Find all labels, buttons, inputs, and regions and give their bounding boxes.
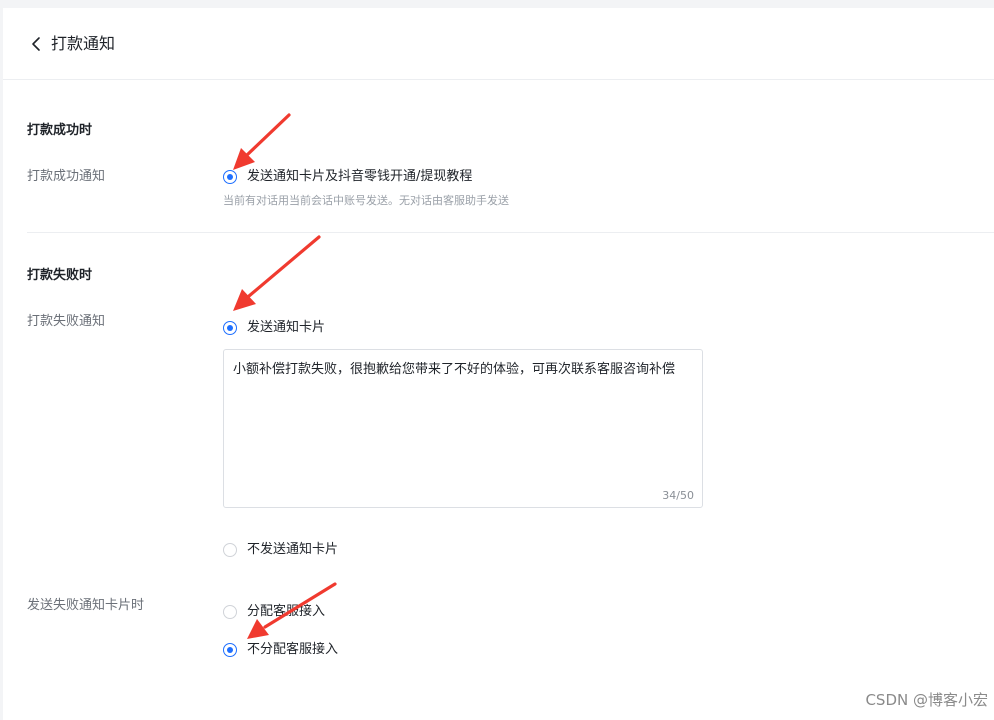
failure-send-card-label: 发送通知卡片 (247, 320, 326, 335)
radio-checked[interactable] (223, 643, 237, 657)
watermark-text: CSDN @博客小宏 (865, 691, 988, 709)
page-header: 打款通知 (3, 8, 994, 80)
failure-section-title: 打款失败时 (27, 268, 93, 283)
char-count: 34/50 (662, 489, 694, 502)
radio-checked[interactable] (223, 321, 237, 335)
annotation-arrow-icon (233, 235, 321, 311)
success-section-title: 打款成功时 (27, 123, 93, 138)
failure-no-card-label: 不发送通知卡片 (247, 542, 339, 557)
no-assign-agent-option[interactable]: 不分配客服接入 (223, 641, 338, 659)
chevron-left-icon[interactable] (30, 36, 44, 52)
failure-send-card-option[interactable]: 发送通知卡片 (223, 319, 325, 337)
no-assign-agent-label: 不分配客服接入 (247, 642, 339, 657)
failure-no-card-option[interactable]: 不发送通知卡片 (223, 541, 338, 559)
section-divider (27, 232, 994, 233)
fallback-label: 发送失败通知卡片时 (27, 598, 145, 613)
success-hint-text: 当前有对话用当前会话中账号发送。无对话由客服助手发送 (223, 194, 509, 207)
annotation-arrow-icon (233, 113, 291, 170)
radio-unchecked[interactable] (223, 605, 237, 619)
page-title: 打款通知 (51, 34, 116, 53)
radio-unchecked[interactable] (223, 543, 237, 557)
failure-message-text: 小额补偿打款失败，很抱歉给您带来了不好的体验，可再次联系客服咨询补偿 (233, 362, 676, 377)
failure-notice-label: 打款失败通知 (27, 314, 106, 329)
success-notice-label: 打款成功通知 (27, 169, 106, 184)
failure-message-textarea[interactable]: 小额补偿打款失败，很抱歉给您带来了不好的体验，可再次联系客服咨询补偿 34/50 (223, 349, 703, 508)
settings-page: 打款通知 打款成功时 打款成功通知 发送通知卡片及抖音零钱开通/提现教程 当前有… (3, 8, 994, 720)
annotation-arrow-icon (247, 582, 337, 639)
